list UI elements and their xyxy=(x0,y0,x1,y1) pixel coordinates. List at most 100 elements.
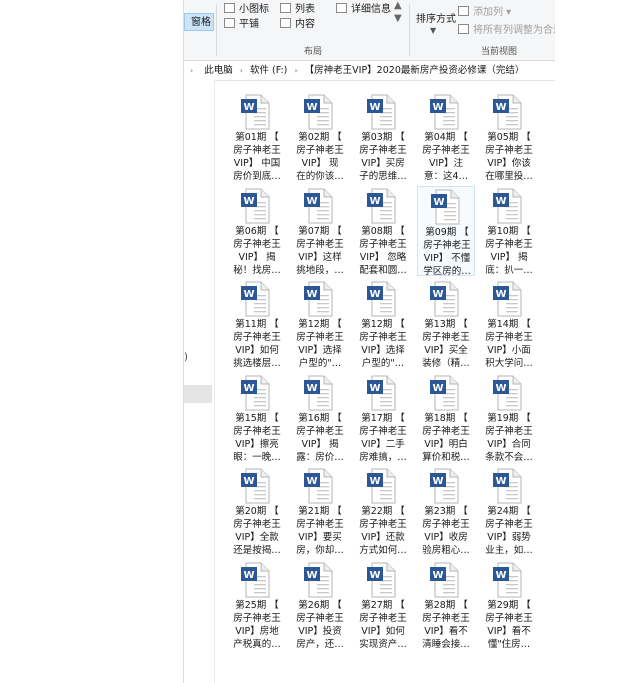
word-document-icon: W xyxy=(493,468,522,504)
file-name-label: 第05期 【房子神老王 VIP】你该 在哪里投… xyxy=(480,131,538,183)
file-name-line: 在的你该… xyxy=(296,171,344,182)
file-name-line: 底：扒一… xyxy=(485,264,533,276)
file-item[interactable]: W 第09期 【房子神老王 VIP】 不懂 学区房的… xyxy=(417,185,475,277)
file-name-line: 房子神老王 xyxy=(296,145,344,156)
file-item[interactable]: W 第26期 【房子神老王 VIP】投资 房产，还… xyxy=(291,560,349,650)
svg-text:W: W xyxy=(306,196,317,207)
svg-text:W: W xyxy=(495,102,506,113)
content-view-button[interactable]: 内容 xyxy=(280,15,315,30)
file-name-line: 条款不会… xyxy=(485,451,533,463)
tiles-view-button[interactable]: 平铺 xyxy=(224,15,259,30)
breadcrumb-this-pc[interactable]: 此电脑 xyxy=(204,65,233,76)
file-item[interactable]: W 第08期 【房子神老王 VIP】 忽略 配套和圆… xyxy=(354,186,412,276)
ribbon-separator xyxy=(409,4,410,56)
file-item[interactable]: W 第19期 【房子神老王 VIP】合同 条款不会… xyxy=(480,373,538,463)
file-item[interactable]: W 第03期 【房子神老王 VIP】买房 子的思维… xyxy=(354,92,412,182)
file-item[interactable]: W 第06期 【房子神老王 VIP】 揭秘！找房… xyxy=(228,186,286,276)
breadcrumb-drive[interactable]: 软件 (F:) xyxy=(250,65,287,76)
add-column-button[interactable]: 添加列 ▾ xyxy=(458,3,511,18)
file-name-line: 第02期 【 xyxy=(298,132,342,143)
file-item[interactable]: W 第14期 【房子神老王 VIP】小面 积大学问… xyxy=(480,279,538,369)
file-name-line: VIP】收房 xyxy=(424,532,468,543)
file-item[interactable]: W 第15期 【房子神老王 VIP】擦亮 眼：一晚… xyxy=(228,373,286,463)
file-name-line: VIP】弱势 xyxy=(487,532,531,543)
file-name-line: VIP】 不懂 xyxy=(423,252,471,264)
preview-pane-label: 窗格 xyxy=(191,17,211,28)
chevron-down-icon: ▼ xyxy=(430,26,437,35)
file-item[interactable]: W 第29期 【房子神老王 VIP】看不 懂"住房… xyxy=(480,560,538,650)
file-name-line: 装修（精… xyxy=(422,358,470,369)
preview-pane-button[interactable]: 窗格 xyxy=(184,13,214,31)
svg-text:W: W xyxy=(433,197,444,208)
file-name-label: 第11期 【房子神老王 VIP】如何 挑选楼层… xyxy=(228,318,286,370)
navigation-pane[interactable]: ) xyxy=(184,80,215,683)
file-name-line: 积大学问… xyxy=(485,358,533,369)
word-document-icon: W xyxy=(430,562,459,597)
sort-by-button[interactable]: 排序方式 xyxy=(416,10,456,25)
file-item[interactable]: W 第04期 【房子神老王 VIP】注 意：这4… xyxy=(417,92,475,182)
file-name-label: 第08期 【房子神老王 VIP】 忽略 配套和圆… xyxy=(354,225,412,277)
nav-item-fragment[interactable]: ) xyxy=(184,352,188,363)
file-name-line: VIP】小面 xyxy=(487,345,531,356)
file-item[interactable]: W 第25期 【房子神老王 VIP】房地 产税真的… xyxy=(228,560,286,650)
file-name-line: 房子神老王 xyxy=(233,612,281,624)
word-document-icon: W xyxy=(431,189,460,224)
page-background-right xyxy=(555,0,640,683)
file-name-line: 房子神老王 xyxy=(359,332,407,343)
layout-scroll-up-button[interactable]: ▲ xyxy=(394,0,402,11)
small-icons-button[interactable]: 小图标 xyxy=(224,0,269,15)
file-item[interactable]: W 第05期 【房子神老王 VIP】你该 在哪里投… xyxy=(480,92,538,182)
file-item[interactable]: W 第24期 【房子神老王 VIP】弱势 业主，如… xyxy=(480,466,538,556)
file-name-line: VIP】 揭 xyxy=(301,438,339,450)
file-item[interactable]: W 第17期 【房子神老王 VIP】二手 房难搞，… xyxy=(354,373,412,463)
nav-item-selected[interactable] xyxy=(184,385,212,403)
small-icons-icon xyxy=(224,3,235,13)
file-item[interactable]: W 第11期 【房子神老王 VIP】如何 挑选楼层… xyxy=(228,279,286,369)
word-document-icon: W xyxy=(304,562,333,597)
file-item[interactable]: W 第07期 【房子神老王 VIP】这样 挑地段，… xyxy=(291,186,349,276)
file-name-label: 第21期 【房子神老王 VIP】要买 房，你却… xyxy=(291,505,349,557)
file-name-line: 第06期 【 xyxy=(235,225,279,237)
file-name-line: 房子神老王 xyxy=(359,519,407,530)
file-item[interactable]: W 第20期 【房子神老王 VIP】全款 还是按揭… xyxy=(228,466,286,556)
layout-more-button[interactable]: ▼ xyxy=(394,13,402,24)
file-name-line: 房子神老王 xyxy=(485,425,533,437)
file-name-line: VIP】 揭 xyxy=(238,251,276,263)
file-name-line: 房子神老王 xyxy=(296,519,344,530)
file-name-line: 房子神老王 xyxy=(422,332,470,343)
file-item[interactable]: W 第16期 【房子神老王 VIP】 揭露：房价… xyxy=(291,373,349,463)
file-item[interactable]: W 第28期 【房子神老王 VIP】看不 清睡会接… xyxy=(417,560,475,650)
file-name-line: 第15期 【 xyxy=(235,412,279,424)
file-item[interactable]: W 第23期 【房子神老王 VIP】收房 验房粗心… xyxy=(417,466,475,556)
file-name-line: 第04期 【 xyxy=(424,132,468,143)
file-name-line: 第12期 【 xyxy=(361,319,405,330)
file-item[interactable]: W 第12期 【房子神老王 VIP】选择 户型的"… xyxy=(354,279,412,369)
file-item[interactable]: W 第02期 【房子神老王 VIP】 现在的你该… xyxy=(291,92,349,182)
svg-text:W: W xyxy=(432,289,443,300)
file-name-line: 第01期 【 xyxy=(235,132,279,143)
file-item[interactable]: W 第10期 【房子神老王 VIP】 揭底：扒一… xyxy=(480,186,538,276)
address-bar[interactable]: › 此电脑 › 软件 (F:) › 【房神老王VIP】2020最新房产投资必修课… xyxy=(184,62,556,81)
file-item[interactable]: W 第22期 【房子神老王 VIP】还款 方式如何… xyxy=(354,466,412,556)
file-name-label: 第22期 【房子神老王 VIP】还款 方式如何… xyxy=(354,505,412,557)
file-item[interactable]: W 第21期 【房子神老王 VIP】要买 房，你却… xyxy=(291,466,349,556)
file-name-line: 意：这4… xyxy=(423,171,469,182)
file-name-line: 懂"住房… xyxy=(487,638,531,650)
svg-text:W: W xyxy=(495,196,506,207)
file-item[interactable]: W 第18期 【房子神老王 VIP】明白 算价和税… xyxy=(417,373,475,463)
file-name-line: 第17期 【 xyxy=(361,412,405,424)
file-name-line: 眼：一晚… xyxy=(233,451,281,463)
file-item[interactable]: W 第27期 【房子神老王 VIP】如何 实现资产… xyxy=(354,560,412,650)
list-view-button[interactable]: 列表 xyxy=(280,0,315,15)
file-name-line: 第07期 【 xyxy=(298,225,342,237)
details-view-button[interactable]: 详细信息 xyxy=(336,0,391,15)
file-item[interactable]: W 第12期 【房子神老王 VIP】选择 户型的"… xyxy=(291,279,349,369)
file-item[interactable]: W 第13期 【房子神老王 VIP】买全 装修（精… xyxy=(417,279,475,369)
word-document-icon: W xyxy=(304,468,333,504)
file-item[interactable]: W 第01期 【房子神老王 VIP】 中国 房价到底… xyxy=(228,92,286,182)
breadcrumb-folder[interactable]: 【房神老王VIP】2020最新房产投资必修课（完结） xyxy=(305,65,525,76)
fit-columns-button[interactable]: 将所有列调整为合适 xyxy=(458,21,563,36)
file-name-label: 第01期 【房子神老王 VIP】 中国 房价到底… xyxy=(228,131,286,183)
word-document-icon: W xyxy=(367,281,396,317)
file-name-line: 房子神老王 xyxy=(422,519,470,530)
